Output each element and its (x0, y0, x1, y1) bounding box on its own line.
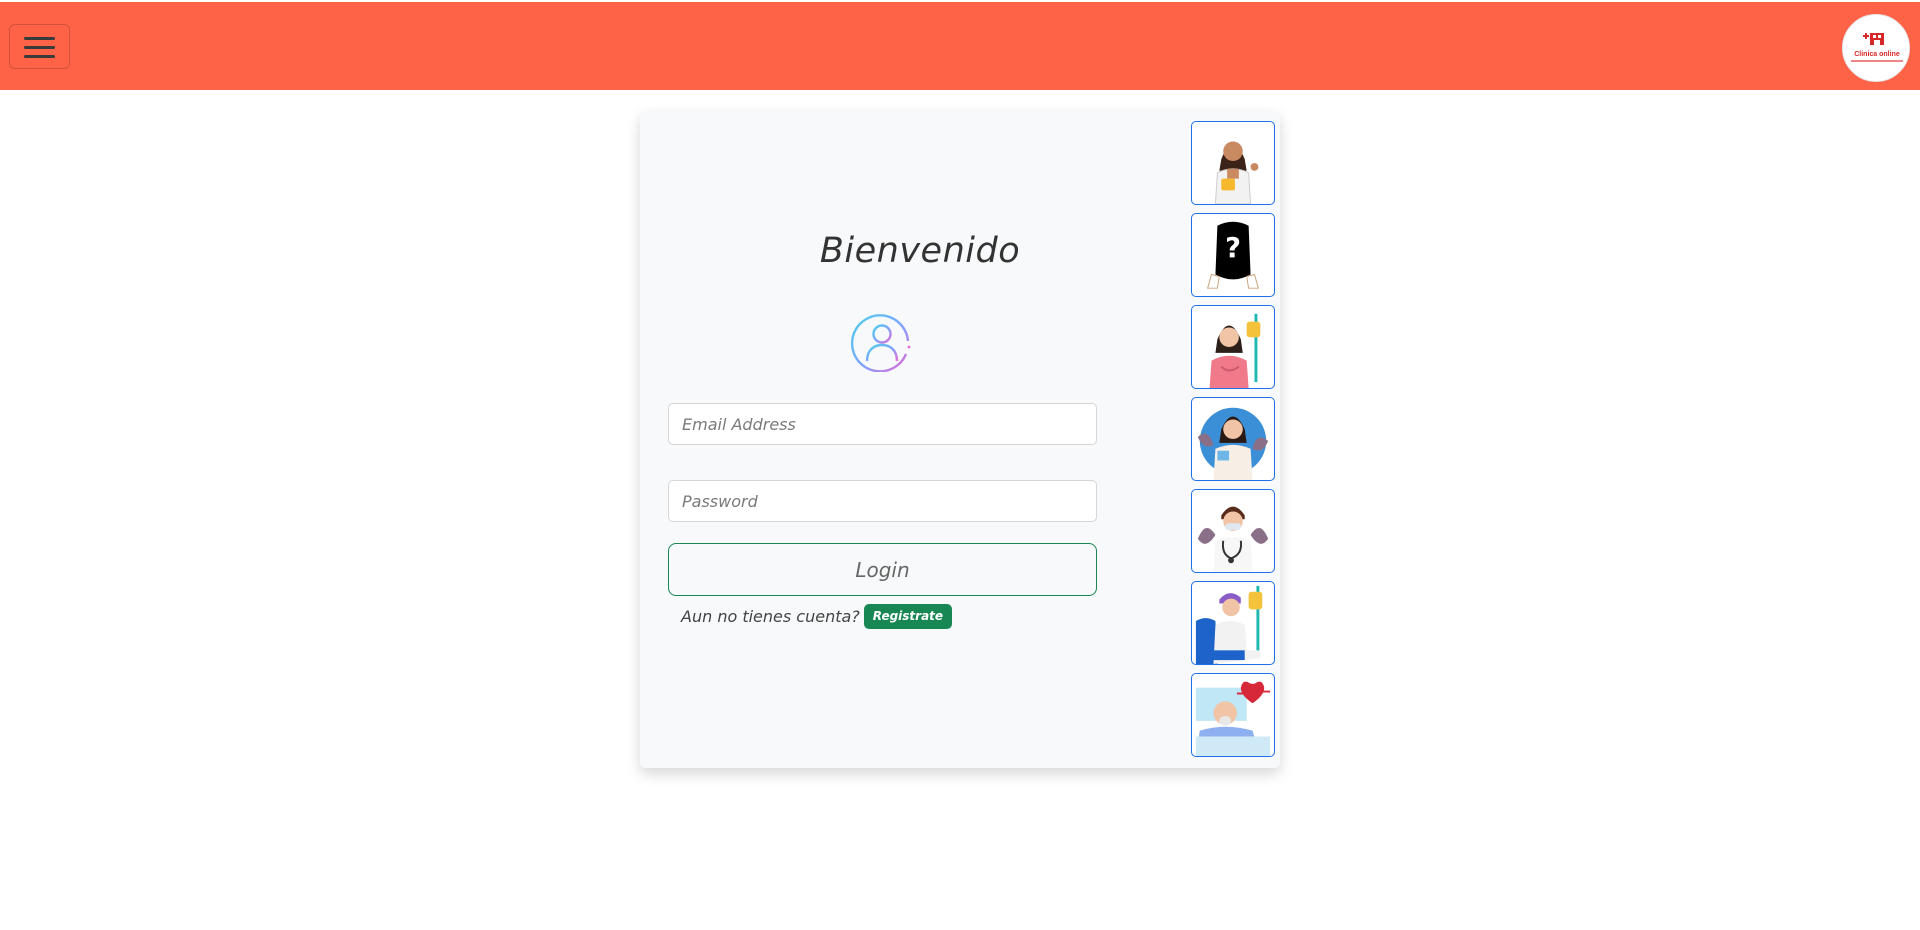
hamburger-icon (24, 37, 55, 58)
email-field[interactable] (668, 403, 1097, 445)
register-button[interactable]: Registrate (863, 603, 953, 629)
doctor-woman-plants-avatar-icon (1197, 407, 1269, 480)
logo-text: Clinica online (1854, 51, 1900, 58)
quick-user-elderly-patient[interactable] (1191, 673, 1275, 757)
logo-tagline (1851, 60, 1903, 62)
patient-elderly-heart-avatar-icon (1195, 681, 1271, 756)
quick-user-patient-woman[interactable] (1191, 305, 1275, 389)
clinic-logo-icon (1863, 33, 1884, 45)
signup-question: Aun no tienes cuenta? (681, 606, 860, 626)
quick-user-patient-man[interactable] (1191, 581, 1275, 665)
signup-row: Aun no tienes cuenta? Registrate (681, 602, 953, 630)
password-field[interactable] (668, 480, 1097, 522)
page-title: Bienvenido (819, 231, 1021, 271)
unknown-user-avatar-icon: ? (1206, 221, 1260, 289)
doctor-woman-avatar-icon (1214, 141, 1259, 204)
user-circle-icon (851, 314, 911, 372)
login-button[interactable]: Login (668, 543, 1097, 596)
quick-user-doctor-man[interactable] (1191, 489, 1275, 573)
brand-logo[interactable]: Clinica online (1842, 14, 1910, 82)
quick-user-unknown[interactable]: ? (1191, 213, 1275, 297)
patient-man-iv-avatar-icon (1195, 585, 1263, 664)
top-navbar: Clinica online (0, 2, 1920, 90)
quick-user-doctor-woman-2[interactable] (1191, 397, 1275, 481)
doctor-man-stethoscope-avatar-icon (1197, 506, 1269, 572)
quick-user-doctor-woman[interactable] (1191, 121, 1275, 205)
login-card: Bienvenido Login Aun no tienes cuenta? R… (640, 111, 1280, 768)
svg-text:?: ? (1225, 233, 1241, 264)
patient-woman-iv-avatar-icon (1209, 313, 1261, 388)
menu-toggle-button[interactable] (9, 24, 70, 69)
